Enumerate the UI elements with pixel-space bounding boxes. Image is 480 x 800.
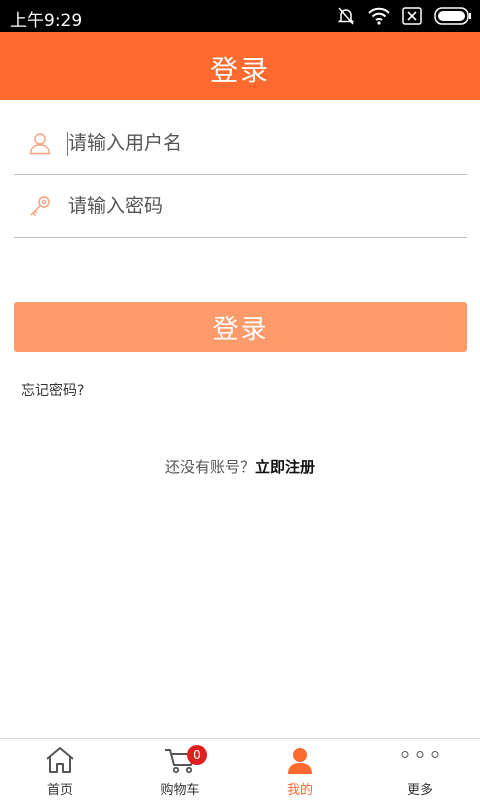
key-icon [30, 196, 50, 216]
forgot-password-link[interactable]: 忘记密码? [21, 380, 84, 400]
status-icons [336, 6, 472, 26]
home-icon [46, 747, 74, 773]
cart-badge: 0 [187, 745, 207, 765]
password-row [14, 176, 467, 238]
register-prompt: 还没有账号？立即注册 [0, 456, 480, 477]
login-button[interactable]: 登录 [14, 302, 467, 352]
status-bar: 上午9:29 [0, 0, 480, 32]
register-prompt-text: 还没有账号？ [164, 458, 255, 476]
nav-item-mine[interactable]: 我的 [240, 739, 360, 800]
more-dot [401, 751, 409, 758]
nav-item-cart[interactable]: 0 购物车 [120, 739, 240, 800]
wifi-icon [368, 7, 390, 25]
battery-icon [434, 7, 471, 25]
register-link[interactable]: 立即注册 [255, 458, 315, 476]
nav-label-more: 更多 [406, 783, 433, 798]
nav-item-more[interactable]: 更多 [360, 739, 480, 800]
status-time: 上午9:29 [10, 11, 83, 31]
more-dot [431, 751, 439, 758]
password-input[interactable] [68, 190, 448, 222]
no-sim-icon [402, 7, 422, 25]
bottom-nav: 首页 0 购物车 我的 更多 [0, 738, 480, 800]
nav-label-mine: 我的 [286, 783, 313, 798]
more-dot [416, 751, 424, 758]
username-input[interactable] [68, 127, 448, 159]
nav-label-home: 首页 [46, 783, 73, 798]
person-icon [288, 748, 312, 774]
username-row [14, 113, 467, 175]
nav-label-cart: 购物车 [160, 783, 200, 798]
more-icon [401, 751, 439, 758]
nav-item-home[interactable]: 首页 [0, 739, 120, 800]
app-header: 登录 [0, 32, 480, 100]
user-icon [29, 133, 51, 155]
page-title: 登录 [209, 54, 270, 87]
silent-bell-icon [337, 7, 355, 25]
